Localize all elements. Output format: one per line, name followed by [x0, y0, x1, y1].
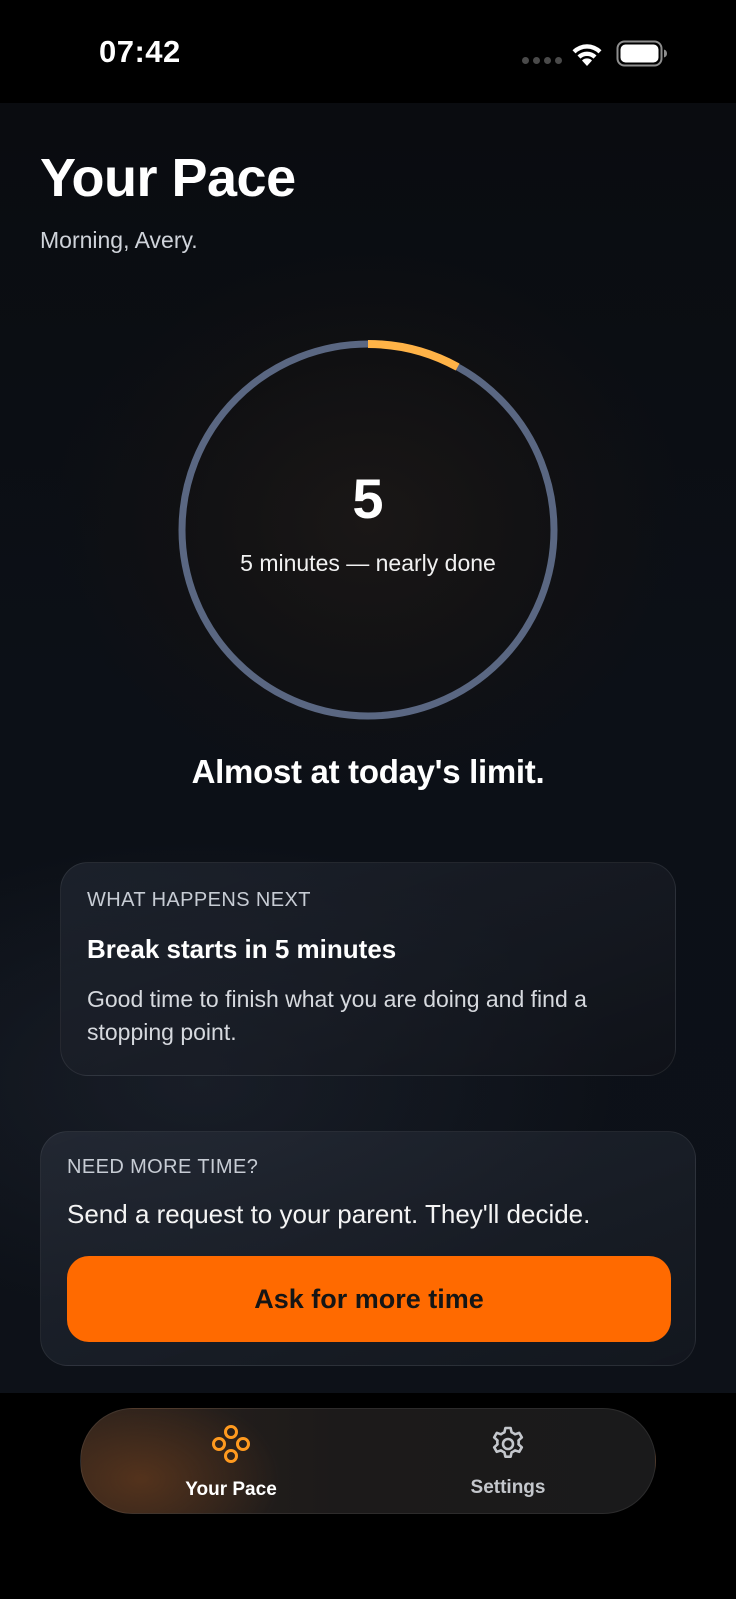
- status-bar: 07:42: [0, 0, 736, 103]
- greeting: Morning, Avery.: [40, 227, 198, 253]
- pace-screen: Your Pace Morning, Avery. 5 5 minutes — …: [0, 103, 736, 1393]
- tab-bar: Your Pace Settings: [80, 1408, 656, 1514]
- break-description: Good time to finish what you are doing a…: [87, 986, 587, 1045]
- status-time: 07:42: [99, 34, 181, 69]
- battery-icon: [616, 40, 667, 67]
- status-message: Almost at today's limit.: [191, 753, 545, 790]
- what-happens-next-card: WHAT HAPPENS NEXT Break starts in 5 minu…: [60, 862, 676, 1076]
- break-title: Break starts in 5 minutes: [87, 934, 397, 964]
- timer-caption: 5 minutes — nearly done: [240, 550, 496, 576]
- tab-label: Settings: [470, 1477, 546, 1498]
- tab-label: Your Pace: [185, 1479, 277, 1500]
- request-description: Send a request to your parent. They'll d…: [67, 1199, 591, 1229]
- tab-your-pace[interactable]: Your Pace: [131, 1409, 331, 1515]
- cellular-signal-icon: [522, 57, 562, 64]
- page-title: Your Pace: [40, 148, 296, 208]
- minutes-remaining: 5: [352, 467, 384, 530]
- ask-for-more-time-button[interactable]: Ask for more time: [67, 1256, 671, 1342]
- need-more-time-card: NEED MORE TIME? Send a request to your p…: [40, 1131, 696, 1366]
- card-eyebrow: NEED MORE TIME?: [67, 1156, 259, 1178]
- time-remaining-ring: 5 5 minutes — nearly done: [178, 340, 558, 720]
- card-eyebrow: WHAT HAPPENS NEXT: [87, 889, 311, 911]
- tab-settings[interactable]: Settings: [408, 1409, 608, 1515]
- pace-icon: [212, 1425, 250, 1463]
- wifi-icon: [572, 44, 602, 66]
- gear-icon: [492, 1426, 524, 1458]
